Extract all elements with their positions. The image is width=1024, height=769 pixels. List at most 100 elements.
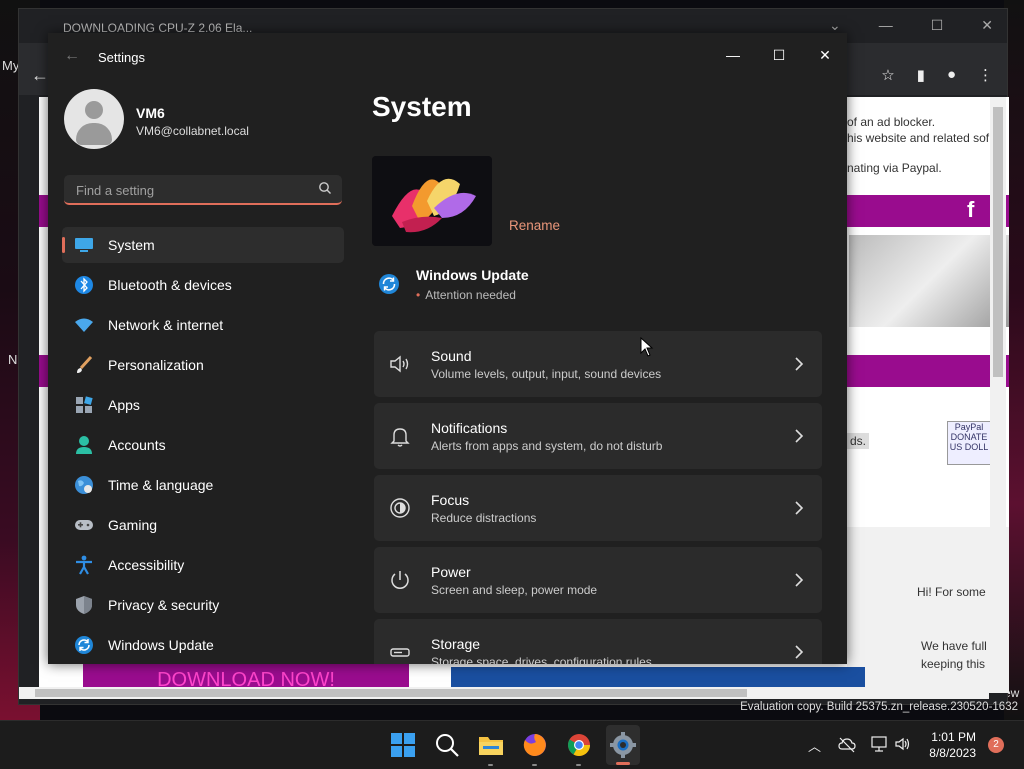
file-explorer-icon[interactable] (478, 732, 504, 758)
update-icon (379, 274, 399, 294)
search-icon[interactable] (434, 732, 460, 758)
clock-date: 8/8/2023 (929, 746, 976, 760)
nav-item-accounts[interactable]: Accounts (62, 427, 344, 463)
windows-start-icon[interactable] (390, 732, 416, 758)
web-text: We have full (921, 639, 987, 653)
storage-icon (390, 648, 410, 657)
evaluation-watermark: Evaluation copy. Build 25375.zn_release.… (740, 701, 1018, 713)
nav-label: Time & language (108, 477, 214, 493)
desktop-label: N (8, 352, 18, 367)
settings-window[interactable]: ← Settings — ☐ ✕ VM6 VM6@collabnet.local… (48, 33, 847, 664)
chevron-down-icon[interactable]: ⌄ (829, 17, 841, 34)
rename-link[interactable]: Rename (509, 218, 560, 233)
nav-item-windows-update[interactable]: Windows Update (62, 627, 344, 663)
chevron-right-icon (795, 357, 804, 371)
monitor-icon (74, 235, 94, 255)
nav-item-accessibility[interactable]: Accessibility (62, 547, 344, 583)
accessibility-icon (74, 555, 94, 575)
back-arrow-icon[interactable]: ← (64, 47, 80, 65)
sidebar-icon[interactable]: ▮ (917, 66, 925, 84)
card-title: Focus (431, 492, 470, 508)
desktop-wallpaper-preview[interactable] (372, 156, 492, 246)
nav-label: Accounts (108, 437, 166, 453)
apps-icon (74, 395, 94, 415)
search-icon[interactable] (318, 181, 332, 195)
web-text: of an ad blocker. (847, 115, 936, 129)
speaker-icon (390, 355, 409, 373)
card-subtitle: Alerts from apps and system, do not dist… (431, 439, 663, 453)
close-icon[interactable]: ✕ (981, 17, 993, 34)
running-indicator (488, 764, 493, 766)
chevron-right-icon (795, 501, 804, 515)
nav-label: Bluetooth & devices (108, 277, 232, 293)
windows-update-title[interactable]: Windows Update (416, 267, 529, 283)
card-notifications[interactable]: Notifications Alerts from apps and syste… (374, 403, 822, 469)
settings-gear-icon[interactable] (610, 732, 636, 758)
taskbar: ︿ 1:01 PM 8/8/2023 2 (0, 720, 1024, 769)
vertical-scrollbar[interactable] (990, 97, 1006, 693)
card-power[interactable]: Power Screen and sleep, power mode (374, 547, 822, 613)
settings-nav: System Bluetooth & devices Network & int… (62, 227, 344, 664)
running-indicator (576, 764, 581, 766)
nav-label: System (108, 237, 155, 253)
maximize-icon[interactable]: ☐ (931, 17, 944, 34)
avatar[interactable] (64, 89, 124, 149)
card-title: Storage (431, 636, 481, 652)
bookmark-star-icon[interactable]: ☆ (881, 66, 894, 84)
paypal-donate-button[interactable]: PayPal DONATE US DOLL (947, 421, 991, 465)
windows-update-status: • Attention needed (416, 288, 516, 302)
search-box[interactable] (64, 175, 342, 205)
chevron-right-icon (795, 429, 804, 443)
more-menu-icon[interactable]: ⋮ (978, 66, 993, 84)
volume-icon[interactable] (894, 735, 912, 753)
status-text: Attention needed (425, 288, 516, 302)
back-arrow-icon[interactable]: ← (31, 65, 49, 86)
settings-titlebar[interactable]: ← Settings — ☐ ✕ (48, 33, 847, 81)
card-subtitle: Reduce distractions (431, 511, 537, 525)
card-subtitle: Storage space, drives, configuration rul… (431, 655, 652, 664)
facebook-icon[interactable]: f (967, 197, 974, 223)
nav-item-privacy-security[interactable]: Privacy & security (62, 587, 344, 623)
nav-item-apps[interactable]: Apps (62, 387, 344, 423)
focus-icon (390, 498, 410, 518)
nav-label: Windows Update (108, 637, 214, 653)
search-input[interactable] (74, 180, 308, 200)
bell-icon (390, 428, 410, 447)
nav-item-time-language[interactable]: Time & language (62, 467, 344, 503)
network-icon[interactable] (870, 735, 888, 753)
nav-item-bluetooth[interactable]: Bluetooth & devices (62, 267, 344, 303)
web-text: keeping this (921, 657, 986, 671)
minimize-icon[interactable]: — (879, 17, 893, 34)
card-storage[interactable]: Storage Storage space, drives, configura… (374, 619, 822, 664)
brush-icon (74, 355, 94, 375)
nav-item-personalization[interactable]: Personalization (62, 347, 344, 383)
nav-label: Privacy & security (108, 597, 220, 613)
web-text: nating via Paypal. (847, 161, 942, 175)
card-sound[interactable]: Sound Volume levels, output, input, soun… (374, 331, 822, 397)
system-settings-list: Sound Volume levels, output, input, soun… (374, 331, 822, 664)
person-icon (74, 435, 94, 455)
nav-item-network[interactable]: Network & internet (62, 307, 344, 343)
nav-label: Accessibility (108, 557, 185, 573)
web-text: Hi! For some (917, 585, 986, 599)
firefox-icon[interactable] (522, 732, 548, 758)
nav-item-system[interactable]: System (62, 227, 344, 263)
taskbar-clock[interactable]: 1:01 PM 8/8/2023 (928, 729, 976, 761)
power-icon (391, 571, 409, 589)
status-dot-icon: • (416, 288, 421, 302)
nav-label: Gaming (108, 517, 158, 533)
maximize-button[interactable]: ☐ (756, 39, 802, 71)
card-focus[interactable]: Focus Reduce distractions (374, 475, 822, 541)
chrome-icon[interactable] (566, 732, 592, 758)
update-icon (74, 635, 94, 655)
cloud-off-icon[interactable] (838, 736, 856, 754)
profile-icon[interactable]: ● (947, 66, 956, 84)
close-button[interactable]: ✕ (802, 39, 847, 71)
horizontal-scrollbar[interactable] (19, 687, 989, 699)
minimize-button[interactable]: — (710, 39, 756, 71)
page-title: System (372, 91, 472, 122)
chevron-up-icon[interactable]: ︿ (808, 736, 821, 755)
nav-item-gaming[interactable]: Gaming (62, 507, 344, 543)
notification-badge[interactable]: 2 (988, 737, 1004, 753)
clock-time: 1:01 PM (931, 730, 976, 744)
